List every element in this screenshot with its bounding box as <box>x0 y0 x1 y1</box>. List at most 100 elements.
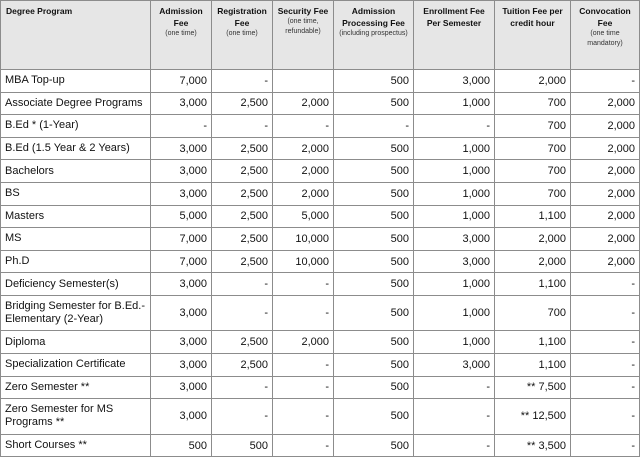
header-title: Tuition Fee per credit hour <box>502 6 563 28</box>
header-row: Degree Program Admission Fee (one time) Reg… <box>0 0 640 70</box>
header-admission-processing-fee: Admission Processing Fee (including prosp… <box>333 0 414 70</box>
cell-admission-fee: 3,000 <box>150 181 212 206</box>
table-row: Bridging Semester for B.Ed.-Elementary (… <box>0 294 640 332</box>
table-row: Associate Degree Programs 3,000 2,500 2,000… <box>0 91 640 116</box>
cell-convocation-fee: - <box>570 433 640 458</box>
cell-admission-fee: 5,000 <box>150 204 212 229</box>
table-row: MBA Top-up 7,000-500 3,000 2,000- <box>0 69 640 93</box>
cell-registration-fee: 2,500 <box>211 181 273 206</box>
header-title: Admission Fee <box>159 6 203 28</box>
cell-security-fee: - <box>272 294 334 332</box>
cell-admission-processing-fee: 500 <box>333 249 414 274</box>
cell-degree-program: Masters <box>0 204 151 229</box>
cell-admission-processing-fee: 500 <box>333 433 414 458</box>
cell-tuition-fee: 700 <box>494 181 571 206</box>
cell-convocation-fee: - <box>570 353 640 377</box>
table-row: Ph.D 7,000 2,500 10,000 500 3,000 2,000 2,000 <box>0 249 640 274</box>
cell-security-fee: - <box>272 375 334 400</box>
cell-enrollment-fee: 1,000 <box>413 330 495 355</box>
cell-registration-fee: 2,500 <box>211 249 273 274</box>
cell-enrollment-fee: 1,000 <box>413 181 495 206</box>
cell-admission-processing-fee: 500 <box>333 227 414 251</box>
cell-convocation-fee: - <box>570 294 640 332</box>
header-subtitle: (including prospectus) <box>339 30 408 37</box>
cell-registration-fee: 2,500 <box>211 227 273 251</box>
cell-registration-fee: - <box>211 272 273 296</box>
table-row: MS 7,000 2,500 10,000 500 3,000 2,000 2,000 <box>0 227 640 251</box>
cell-admission-fee: 3,000 <box>150 272 212 296</box>
table-row: BS 3,000 2,500 2,000 500 1,000 700 2,000 <box>0 181 640 206</box>
header-subtitle: (one time mandatory) <box>587 30 623 47</box>
cell-degree-program: B.Ed * (1-Year) <box>0 114 151 138</box>
cell-admission-processing-fee: 500 <box>333 91 414 116</box>
cell-security-fee: 10,000 <box>272 249 334 274</box>
cell-degree-program: B.Ed (1.5 Year & 2 Years) <box>0 136 151 161</box>
cell-security-fee: 5,000 <box>272 204 334 229</box>
table-row: Diploma 3,000 2,500 2,000 500 1,000 1,100- <box>0 330 640 355</box>
cell-registration-fee: 2,500 <box>211 136 273 161</box>
table-row: Specialization Certificate 3,000 2,500-500… <box>0 353 640 377</box>
table-header: Degree Program Admission Fee (one time) Reg… <box>0 0 640 70</box>
cell-registration-fee: 2,500 <box>211 353 273 377</box>
header-security-fee: Security Fee (one time, refundable) <box>272 0 334 70</box>
cell-security-fee: 2,000 <box>272 136 334 161</box>
cell-admission-fee: 3,000 <box>150 353 212 377</box>
header-admission-fee: Admission Fee (one time) <box>150 0 212 70</box>
table-row: Bachelors 3,000 2,500 2,000 500 1,000 700 2,000 <box>0 159 640 183</box>
cell-admission-processing-fee: 500 <box>333 159 414 183</box>
cell-registration-fee: 500 <box>211 433 273 458</box>
header-title: Security Fee <box>277 6 329 16</box>
cell-registration-fee: - <box>211 375 273 400</box>
cell-degree-program: Short Courses ** <box>0 433 151 458</box>
cell-admission-processing-fee: 500 <box>333 272 414 296</box>
table-row: B.Ed (1.5 Year & 2 Years) 3,000 2,500 2,000… <box>0 136 640 161</box>
cell-admission-fee: 3,000 <box>150 91 212 116</box>
header-enrollment-fee: Enrollment Fee Per Semester <box>413 0 495 70</box>
fee-structure-table: Degree Program Admission Fee (one time) Reg… <box>0 0 640 458</box>
cell-security-fee: - <box>272 433 334 458</box>
cell-tuition-fee: 700 <box>494 294 571 332</box>
cell-security-fee: - <box>272 272 334 296</box>
cell-registration-fee: 2,500 <box>211 91 273 116</box>
cell-tuition-fee: 1,100 <box>494 330 571 355</box>
cell-registration-fee: 2,500 <box>211 204 273 229</box>
cell-convocation-fee: 2,000 <box>570 204 640 229</box>
table-row: Zero Semester for MS Programs ** 3,000- -5… <box>0 398 640 435</box>
cell-convocation-fee: 2,000 <box>570 249 640 274</box>
cell-admission-fee: 500 <box>150 433 212 458</box>
header-degree-program: Degree Program <box>0 0 151 70</box>
cell-convocation-fee: 2,000 <box>570 181 640 206</box>
cell-security-fee: 2,000 <box>272 181 334 206</box>
table-row: Short Courses ** 500 500-500- ** 3,500- <box>0 433 640 458</box>
cell-convocation-fee: - <box>570 272 640 296</box>
cell-admission-processing-fee: 500 <box>333 330 414 355</box>
cell-degree-program: Bridging Semester for B.Ed.-Elementary (… <box>0 294 151 332</box>
cell-security-fee: - <box>272 353 334 377</box>
cell-enrollment-fee: - <box>413 114 495 138</box>
cell-admission-fee: 3,000 <box>150 294 212 332</box>
cell-security-fee: - <box>272 114 334 138</box>
header-title: Convocation Fee <box>579 6 631 28</box>
cell-tuition-fee: 1,100 <box>494 353 571 377</box>
cell-convocation-fee: 2,000 <box>570 114 640 138</box>
cell-convocation-fee: 2,000 <box>570 91 640 116</box>
cell-security-fee <box>272 69 334 93</box>
cell-enrollment-fee: - <box>413 433 495 458</box>
cell-security-fee: 2,000 <box>272 91 334 116</box>
cell-admission-processing-fee: 500 <box>333 353 414 377</box>
cell-registration-fee: - <box>211 398 273 435</box>
cell-enrollment-fee: 3,000 <box>413 353 495 377</box>
header-title: Registration Fee <box>217 6 267 28</box>
cell-degree-program: Associate Degree Programs <box>0 91 151 116</box>
header-convocation-fee: Convocation Fee (one time mandatory) <box>570 0 640 70</box>
cell-enrollment-fee: 3,000 <box>413 227 495 251</box>
cell-enrollment-fee: 1,000 <box>413 272 495 296</box>
cell-admission-fee: 7,000 <box>150 249 212 274</box>
cell-registration-fee: - <box>211 114 273 138</box>
cell-tuition-fee: 2,000 <box>494 227 571 251</box>
cell-admission-fee: 3,000 <box>150 375 212 400</box>
cell-degree-program: MS <box>0 227 151 251</box>
table-row: Masters 5,000 2,500 5,000 500 1,000 1,100 2,000 <box>0 204 640 229</box>
header-subtitle: (one time) <box>165 30 197 37</box>
cell-admission-processing-fee: 500 <box>333 69 414 93</box>
